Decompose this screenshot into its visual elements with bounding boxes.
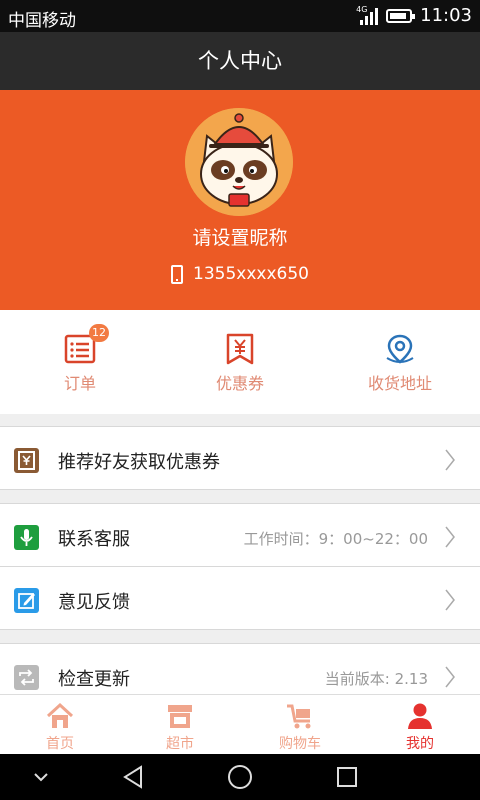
chevron-right-icon bbox=[445, 449, 455, 471]
contact-support-row[interactable]: 联系客服 工作时间：9：00~22：00 bbox=[0, 503, 480, 567]
profile-header: 请设置昵称 1355xxxx650 bbox=[0, 90, 480, 310]
chevron-right-icon bbox=[445, 526, 455, 548]
order-list-icon: 12 bbox=[63, 324, 109, 366]
address-button[interactable]: 收货地址 bbox=[320, 310, 480, 414]
refresh-icon bbox=[14, 665, 39, 690]
back-icon[interactable] bbox=[116, 754, 150, 800]
quick-actions: 12 订单 优惠券 收货地址 bbox=[0, 310, 480, 414]
coupons-label: 优惠券 bbox=[215, 374, 264, 393]
store-icon bbox=[168, 705, 192, 728]
chevron-right-icon bbox=[445, 589, 455, 611]
clock: 11:03 bbox=[420, 5, 472, 26]
chevron-down-icon[interactable] bbox=[24, 754, 58, 800]
recent-apps-icon[interactable] bbox=[330, 754, 364, 800]
status-bar: 中国移动 4G 11:03 bbox=[0, 0, 480, 32]
tab-home[interactable]: 首页 bbox=[0, 695, 120, 754]
nickname-label[interactable]: 请设置昵称 bbox=[0, 223, 480, 250]
edit-icon bbox=[14, 588, 39, 613]
tab-cart[interactable]: 购物车 bbox=[240, 695, 360, 754]
current-version: 当前版本: 2.13 bbox=[324, 670, 428, 688]
home-icon bbox=[46, 702, 74, 728]
orders-label: 订单 bbox=[63, 374, 96, 393]
coupon-icon bbox=[223, 332, 257, 366]
microphone-icon bbox=[14, 525, 39, 550]
page-title: 个人中心 bbox=[0, 32, 480, 90]
order-count-badge: 12 bbox=[89, 324, 109, 342]
signal-icon: 4G bbox=[356, 5, 379, 25]
address-label: 收货地址 bbox=[367, 374, 432, 393]
orders-button[interactable]: 12 订单 bbox=[0, 310, 160, 414]
bottom-tab-bar: 首页 超市 购物车 我的 bbox=[0, 694, 480, 754]
contact-support-label: 联系客服 bbox=[58, 529, 130, 550]
chevron-right-icon bbox=[445, 666, 455, 688]
carrier-name: 中国移动 bbox=[8, 11, 76, 31]
phone-icon bbox=[171, 264, 184, 284]
tab-store-label: 超市 bbox=[166, 736, 194, 752]
feedback-label: 意见反馈 bbox=[58, 592, 130, 613]
home-circle-icon[interactable] bbox=[223, 754, 257, 800]
invite-friends-label: 推荐好友获取优惠券 bbox=[58, 452, 220, 473]
user-icon bbox=[408, 703, 432, 729]
tab-mine[interactable]: 我的 bbox=[360, 695, 480, 754]
raccoon-avatar-icon[interactable] bbox=[185, 108, 293, 216]
tab-home-label: 首页 bbox=[46, 736, 74, 752]
cart-icon bbox=[287, 704, 311, 729]
location-pin-icon bbox=[383, 332, 417, 366]
tab-mine-label: 我的 bbox=[406, 736, 434, 752]
coupons-button[interactable]: 优惠券 bbox=[160, 310, 320, 414]
battery-icon bbox=[386, 8, 416, 23]
tab-store[interactable]: 超市 bbox=[120, 695, 240, 754]
tab-cart-label: 购物车 bbox=[279, 736, 321, 752]
invite-friends-row[interactable]: 推荐好友获取优惠券 bbox=[0, 426, 480, 490]
system-nav-bar bbox=[0, 754, 480, 800]
working-hours: 工作时间：9：00~22：00 bbox=[243, 530, 428, 548]
phone-number: 1355xxxx650 bbox=[193, 264, 309, 284]
feedback-row[interactable]: 意见反馈 bbox=[0, 566, 480, 630]
invite-coupon-icon bbox=[14, 448, 39, 473]
phone-row: 1355xxxx650 bbox=[0, 264, 480, 284]
check-update-label: 检查更新 bbox=[58, 669, 130, 690]
